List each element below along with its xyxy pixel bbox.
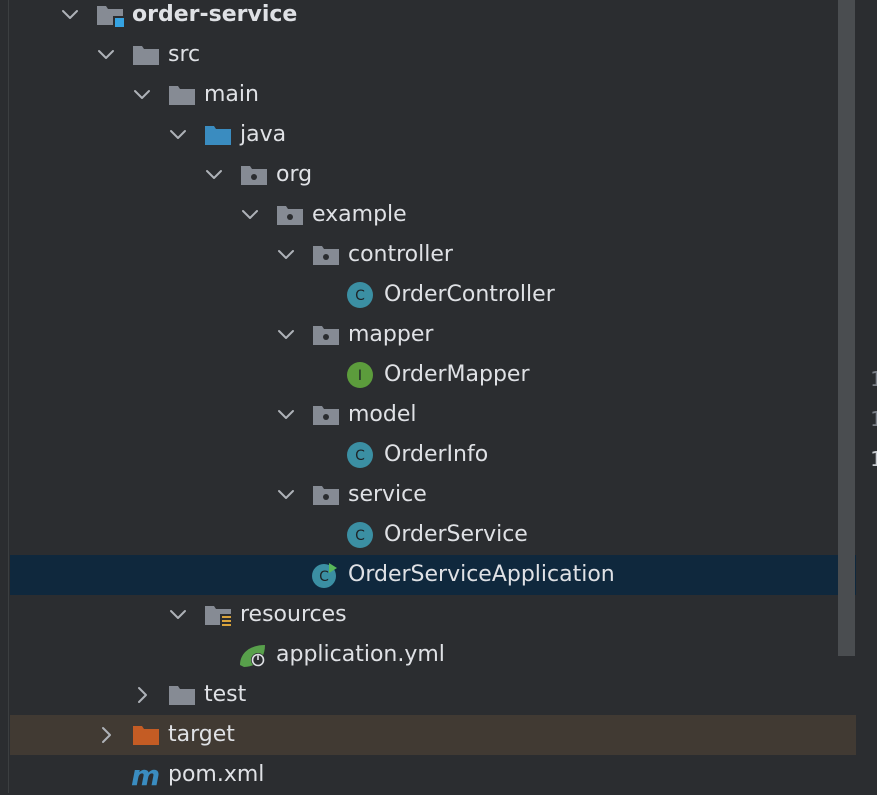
source-root-folder-icon	[204, 123, 232, 147]
editor-gutter	[856, 0, 877, 793]
tree-node-service[interactable]: service	[10, 475, 856, 515]
tree-node-main[interactable]: main	[10, 75, 856, 115]
tree-node-pom-xml[interactable]: m pom.xml	[10, 755, 856, 795]
project-tree: order-service src main java org example …	[0, 0, 856, 793]
tree-node-label: OrderServiceApplication	[348, 562, 615, 587]
chevron-down-icon[interactable]	[276, 405, 296, 425]
tree-node-order-service-class[interactable]: C OrderService	[10, 515, 856, 555]
tree-node-label: service	[348, 482, 427, 507]
chevron-down-icon[interactable]	[240, 205, 260, 225]
chevron-down-icon[interactable]	[60, 5, 80, 25]
svg-text:C: C	[319, 569, 329, 585]
tree-node-label: OrderService	[384, 522, 528, 547]
interface-icon: I	[346, 362, 374, 388]
package-icon	[312, 483, 340, 507]
chevron-right-icon[interactable]	[132, 685, 152, 705]
tree-node-org[interactable]: org	[10, 155, 856, 195]
svg-text:C: C	[355, 288, 365, 304]
tree-node-model[interactable]: model	[10, 395, 856, 435]
package-icon	[240, 163, 268, 187]
chevron-down-icon[interactable]	[132, 85, 152, 105]
chevron-right-icon[interactable]	[96, 725, 116, 745]
tree-node-controller[interactable]: controller	[10, 235, 856, 275]
tree-node-label: mapper	[348, 322, 434, 347]
tree-node-label: OrderMapper	[384, 362, 530, 387]
vertical-scrollbar[interactable]	[838, 0, 855, 656]
tree-node-label: target	[168, 722, 235, 747]
svg-text:m: m	[131, 759, 160, 792]
tree-node-label: controller	[348, 242, 453, 267]
tree-divider	[8, 0, 9, 793]
tree-node-label: OrderController	[384, 282, 555, 307]
resources-folder-icon	[204, 603, 232, 627]
tree-node-label: model	[348, 402, 417, 427]
tree-node-java[interactable]: java	[10, 115, 856, 155]
spring-config-icon	[238, 643, 266, 667]
chevron-down-icon[interactable]	[204, 165, 224, 185]
tree-node-label: pom.xml	[168, 762, 265, 787]
svg-text:C: C	[355, 528, 365, 544]
class-icon: C	[346, 522, 374, 548]
class-icon: C	[346, 282, 374, 308]
tree-node-application-yml[interactable]: application.yml	[10, 635, 856, 675]
chevron-down-icon[interactable]	[276, 245, 296, 265]
chevron-down-icon[interactable]	[276, 325, 296, 345]
tree-node-label: example	[312, 202, 407, 227]
tree-node-order-controller[interactable]: C OrderController	[10, 275, 856, 315]
chevron-down-icon[interactable]	[276, 485, 296, 505]
tree-node-order-info[interactable]: C OrderInfo	[10, 435, 856, 475]
tree-node-order-mapper[interactable]: I OrderMapper	[10, 355, 856, 395]
line-number: 1	[870, 447, 877, 471]
tree-node-label: org	[276, 162, 313, 187]
tree-node-label: application.yml	[276, 642, 445, 667]
folder-icon	[168, 83, 196, 107]
tree-node-target[interactable]: target	[10, 715, 856, 755]
tree-node-label: test	[204, 682, 247, 707]
chevron-down-icon[interactable]	[96, 45, 116, 65]
tree-node-src[interactable]: src	[10, 35, 856, 75]
tree-node-label: main	[204, 82, 259, 107]
svg-text:I: I	[358, 368, 362, 384]
tree-node-order-service-application[interactable]: C OrderServiceApplication	[10, 555, 856, 595]
tree-node-test[interactable]: test	[10, 675, 856, 715]
package-icon	[312, 403, 340, 427]
chevron-down-icon[interactable]	[168, 125, 188, 145]
line-number: 1	[870, 367, 877, 391]
module-folder-icon	[96, 3, 124, 27]
line-number: 1	[870, 407, 877, 431]
folder-icon	[132, 43, 160, 67]
tree-node-example[interactable]: example	[10, 195, 856, 235]
chevron-down-icon[interactable]	[168, 605, 188, 625]
maven-icon: m	[130, 759, 160, 792]
tree-node-label: src	[168, 42, 201, 67]
excluded-folder-icon	[132, 723, 160, 747]
tree-node-label: resources	[240, 602, 347, 627]
tree-node-resources[interactable]: resources	[10, 595, 856, 635]
spring-boot-class-icon: C	[310, 563, 338, 588]
tree-node-label: OrderInfo	[384, 442, 489, 467]
tree-node-mapper[interactable]: mapper	[10, 315, 856, 355]
tree-node-order-service[interactable]: order-service	[10, 0, 856, 35]
tree-node-label: java	[240, 122, 287, 147]
package-icon	[312, 323, 340, 347]
package-icon	[312, 243, 340, 267]
svg-text:C: C	[355, 448, 365, 464]
tree-node-label: order-service	[132, 2, 298, 27]
package-icon	[276, 203, 304, 227]
folder-icon	[168, 683, 196, 707]
class-icon: C	[346, 442, 374, 468]
